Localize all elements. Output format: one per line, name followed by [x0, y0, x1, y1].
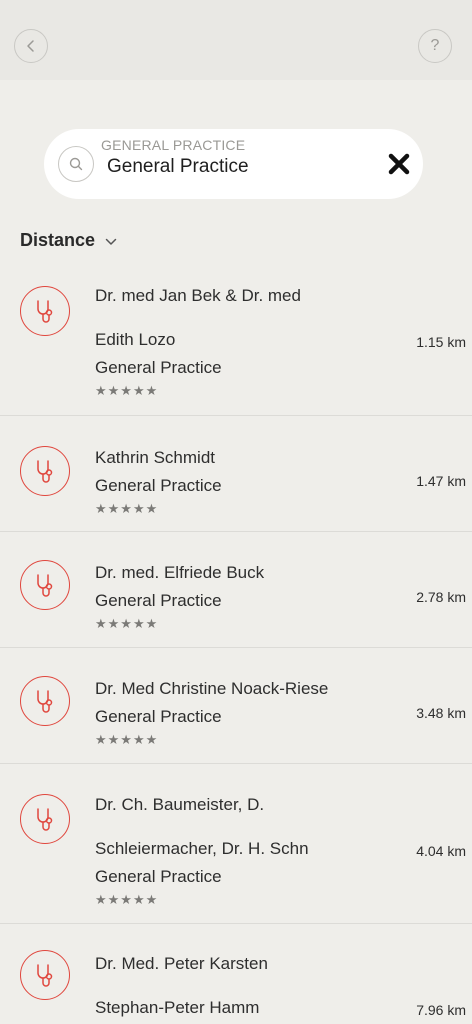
doctor-name-continued: Edith Lozo — [95, 330, 176, 349]
list-item[interactable]: Dr. Med. Peter Karsten Stephan-Peter Ham… — [0, 924, 472, 1024]
help-button[interactable]: ? — [418, 29, 452, 63]
rating-stars: ★★★★★ — [95, 383, 159, 398]
distance-label: 2.78 km — [416, 589, 466, 605]
search-button[interactable] — [58, 146, 94, 182]
list-item[interactable]: Dr. med. Elfriede Buck General Practice … — [0, 532, 472, 648]
rating-stars: ★★★★★ — [95, 732, 159, 747]
stethoscope-icon — [20, 560, 70, 610]
doctor-name: Dr. Med. Peter Karsten — [95, 954, 268, 973]
results-list: Dr. med Jan Bek & Dr. med Edith Lozo Gen… — [0, 266, 472, 1024]
stethoscope-icon — [20, 950, 70, 1000]
stethoscope-icon — [20, 286, 70, 336]
back-button[interactable] — [14, 29, 48, 63]
distance-label: 7.96 km — [416, 1002, 466, 1018]
rating-stars: ★★★★★ — [95, 892, 159, 907]
distance-label: 1.47 km — [416, 473, 466, 489]
chevron-down-icon — [105, 238, 117, 245]
clear-search-button[interactable] — [386, 151, 412, 177]
rating-stars: ★★★★★ — [95, 501, 159, 516]
list-item[interactable]: Dr. med Jan Bek & Dr. med Edith Lozo Gen… — [0, 266, 472, 416]
search-field[interactable]: GENERAL PRACTICE General Practice — [44, 129, 423, 199]
doctor-name: Dr. med. Elfriede Buck — [95, 563, 265, 582]
search-input[interactable]: General Practice — [107, 156, 249, 178]
doctor-specialty: General Practice — [95, 867, 222, 886]
stethoscope-icon — [20, 794, 70, 844]
doctor-specialty: General Practice — [95, 358, 222, 377]
doctor-name: Dr. med Jan Bek & Dr. med — [95, 286, 301, 305]
doctor-name-continued: Stephan-Peter Hamm — [95, 998, 260, 1017]
list-item[interactable]: Dr. Ch. Baumeister, D. Schleiermacher, D… — [0, 764, 472, 924]
doctor-name: Kathrin Schmidt — [95, 448, 215, 467]
list-item[interactable]: Kathrin Schmidt General Practice ★★★★★ 1… — [0, 416, 472, 532]
search-caption: GENERAL PRACTICE — [101, 137, 246, 153]
doctor-specialty: General Practice — [95, 707, 222, 726]
doctor-name: Dr. Med Christine Noack-Riese — [95, 679, 329, 698]
distance-label: 3.48 km — [416, 705, 466, 721]
top-bar: ? — [0, 0, 472, 80]
list-item[interactable]: Dr. Med Christine Noack-Riese General Pr… — [0, 648, 472, 764]
distance-label: 1.15 km — [416, 334, 466, 350]
rating-stars: ★★★★★ — [95, 616, 159, 631]
search-icon — [69, 157, 83, 171]
stethoscope-icon — [20, 446, 70, 496]
sort-label: Distance — [20, 230, 96, 250]
help-icon: ? — [430, 37, 440, 54]
doctor-specialty: General Practice — [95, 476, 222, 495]
doctor-name: Dr. Ch. Baumeister, D. — [95, 795, 265, 814]
sort-dropdown[interactable]: Distance — [20, 230, 117, 251]
doctor-name-continued: Schleiermacher, Dr. H. Schn — [95, 839, 309, 858]
distance-label: 4.04 km — [416, 843, 466, 859]
close-icon — [388, 153, 410, 175]
doctor-specialty: General Practice — [95, 591, 222, 610]
chevron-left-icon — [27, 40, 34, 52]
stethoscope-icon — [20, 676, 70, 726]
